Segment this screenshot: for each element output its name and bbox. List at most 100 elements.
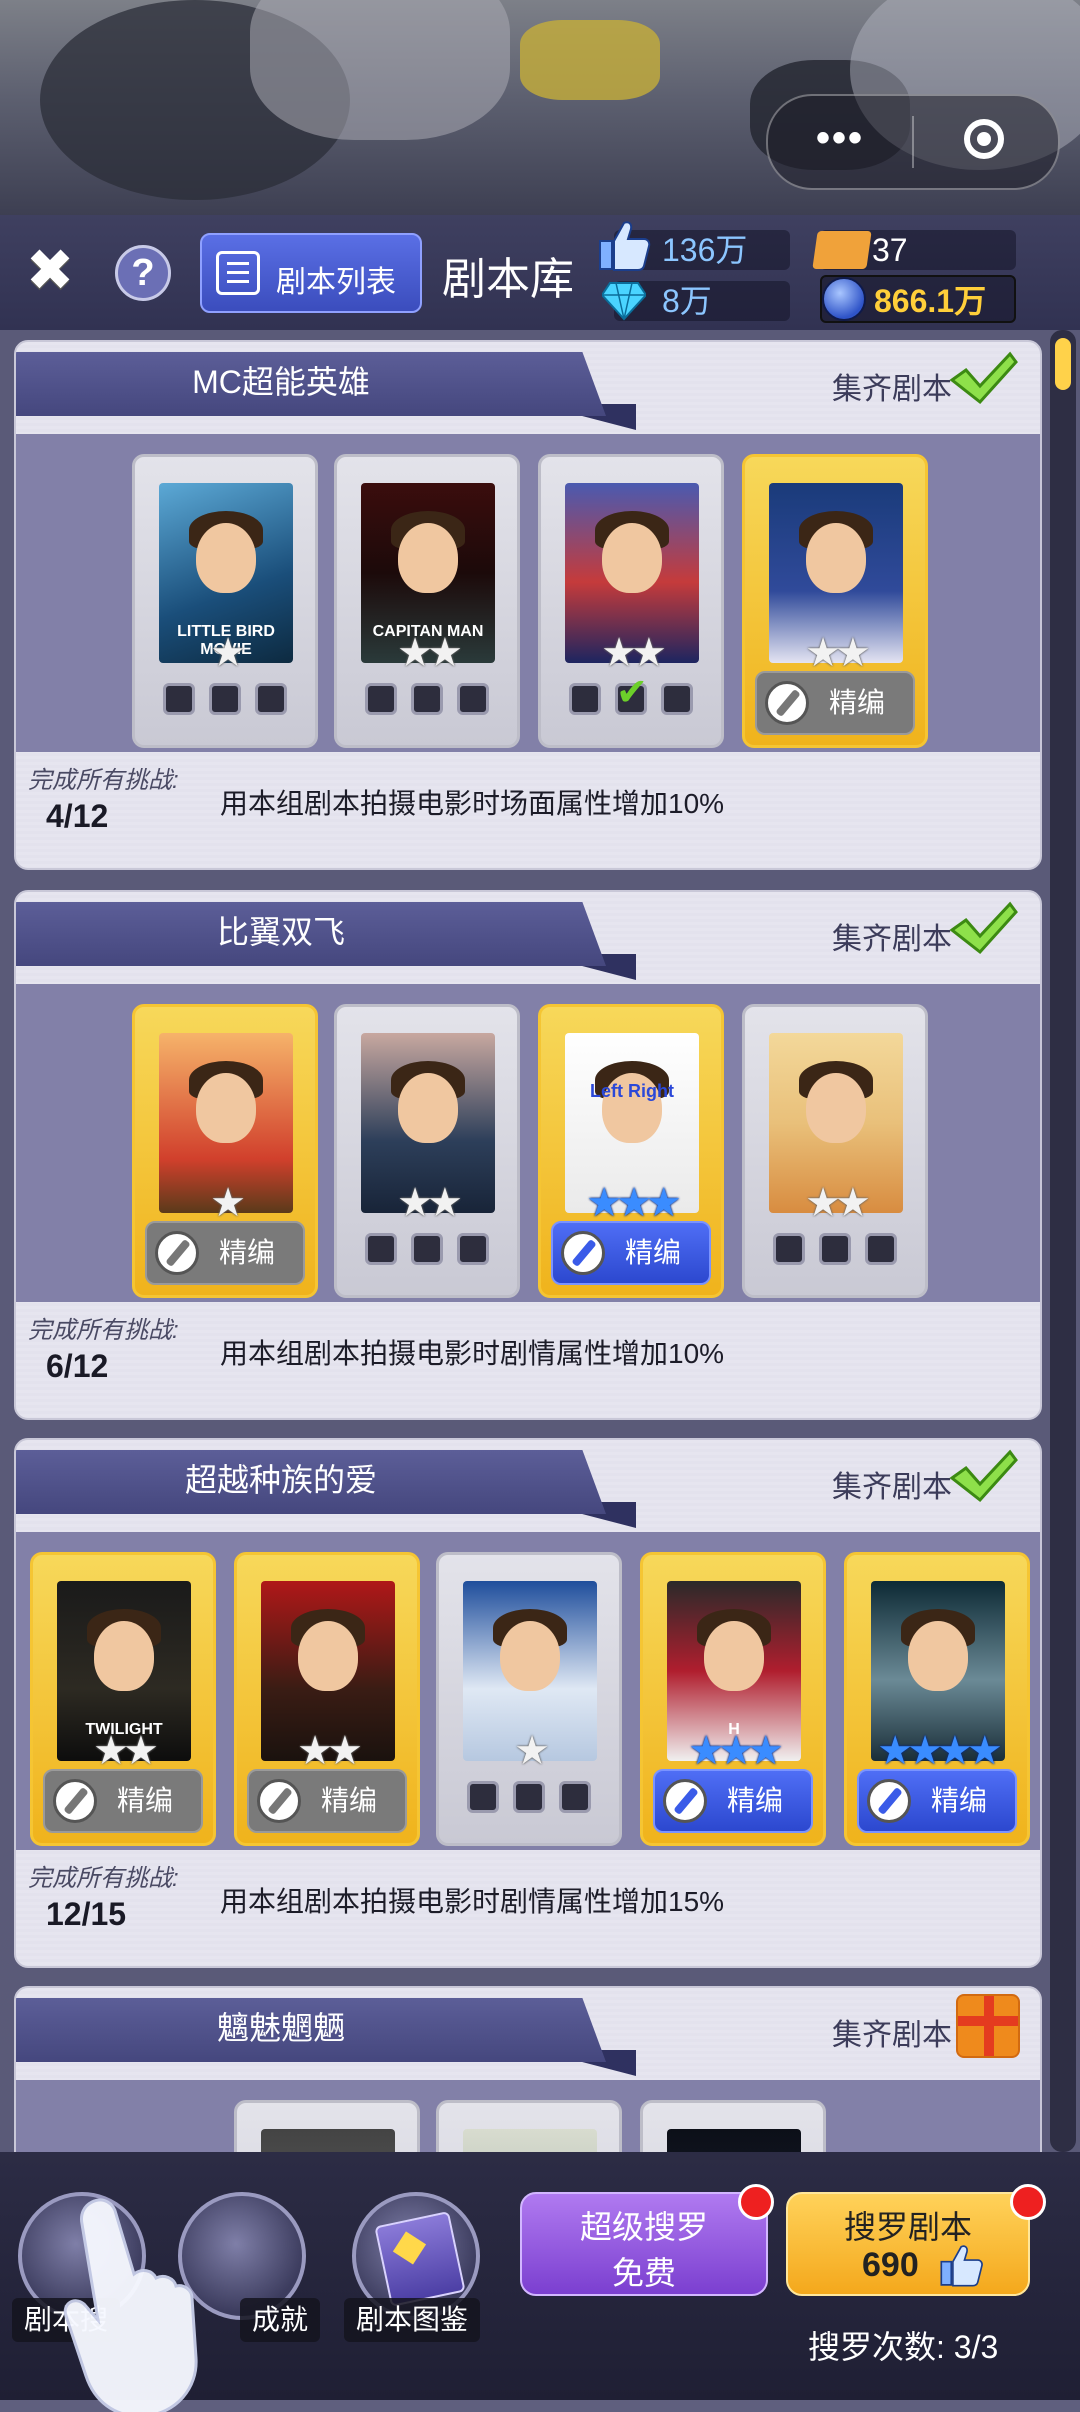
script-group: 超越种族的爱 集齐剧本 TWILIGHT ★★ 精编 ★★ 精编 ★ H ★★★ 精编 ★★★★ 精编完…	[14, 1438, 1042, 1968]
refine-edit-button[interactable]: 精编	[247, 1769, 407, 1833]
star-rating: ★	[210, 1181, 246, 1225]
search-count-label: 搜罗次数: 3/3	[808, 2329, 999, 2365]
challenge-slot	[209, 683, 241, 715]
script-card[interactable]: CAPITAN MAN ★★	[334, 454, 520, 748]
page-title: 剧本库	[442, 255, 574, 304]
group-footer: 完成所有挑战: 4/12 用本组剧本拍摄电影时场面属性增加10%	[16, 752, 1040, 848]
super-search-title: 超级搜罗	[579, 2209, 708, 2245]
script-poster	[463, 2129, 597, 2152]
star-rating: ★★	[93, 1729, 159, 1773]
collect-label: 集齐剧本	[832, 373, 952, 406]
challenge-slot	[411, 1233, 443, 1265]
tutorial-hand-pointer-icon	[63, 2198, 198, 2412]
checkmark-icon	[949, 1449, 1018, 1503]
script-card[interactable]: ★★	[742, 1004, 928, 1298]
script-card[interactable]	[234, 2100, 420, 2152]
scrollbar-thumb[interactable]	[1055, 338, 1071, 390]
group-footer: 完成所有挑战: 12/15 用本组剧本拍摄电影时剧情属性增加15%	[16, 1850, 1040, 1946]
script-card[interactable]: LITTLE BIRD MOVIE ★	[132, 454, 318, 748]
challenge-slot	[467, 1781, 499, 1813]
refine-edit-label: 精编	[219, 1237, 276, 1268]
script-card[interactable]: ★★★★ 精编	[844, 1552, 1030, 1846]
group-title: 比翼双飞	[16, 902, 606, 966]
help-button[interactable]: ?	[115, 245, 171, 301]
refine-edit-button[interactable]: 精编	[755, 671, 915, 735]
challenge-slot	[773, 1233, 805, 1265]
refine-edit-label: 精编	[625, 1237, 682, 1268]
script-card[interactable]	[436, 2100, 622, 2152]
refine-edit-label: 精编	[727, 1785, 784, 1816]
challenge-progress-count: 12/15	[46, 1896, 127, 1932]
more-options-icon[interactable]: •••	[808, 114, 872, 170]
catalog-tab-label[interactable]: 剧本图鉴	[344, 2298, 481, 2342]
refine-edit-label: 精编	[117, 1785, 174, 1816]
book-icon	[374, 2210, 466, 2308]
bottom-bar: 剧本搜 成就 剧本图鉴 超级搜罗 免费 搜罗剧本 690 搜罗次数: 3/3	[0, 2152, 1080, 2412]
diamond-icon	[602, 282, 646, 321]
script-list-label: 剧本列表	[276, 266, 396, 299]
super-search-free-label: 免费	[611, 2255, 676, 2291]
challenge-progress-label: 完成所有挑战:	[28, 1317, 179, 1344]
challenge-slot	[661, 683, 693, 715]
star-rating: ★	[210, 631, 246, 675]
star-rating: ★★	[397, 631, 463, 675]
close-icon[interactable]: ✖	[22, 242, 78, 300]
challenge-slot	[569, 683, 601, 715]
script-card[interactable]: TWILIGHT ★★ 精编	[30, 1552, 216, 1846]
pen-icon	[765, 681, 809, 725]
script-group-list[interactable]: MC超能英雄 集齐剧本 LITTLE BIRD MOVIE ★ CAPITAN MAN ★…	[0, 330, 1080, 2152]
star-rating: ★★	[297, 1729, 363, 1773]
challenge-slot	[163, 683, 195, 715]
refine-edit-label: 精编	[321, 1785, 378, 1816]
challenge-slots	[541, 670, 721, 715]
challenge-slot-completed	[615, 670, 648, 715]
script-card[interactable]: Left Right ★★★ 精编	[538, 1004, 724, 1298]
challenge-slots	[337, 1233, 517, 1265]
challenge-slot	[365, 683, 397, 715]
group-footer: 完成所有挑战: 6/12 用本组剧本拍摄电影时剧情属性增加10%	[16, 1302, 1040, 1398]
poster-title-text: Left Right	[590, 1081, 674, 1101]
challenge-slot	[255, 683, 287, 715]
group-title: MC超能英雄	[16, 352, 606, 416]
pen-icon	[561, 1231, 605, 1275]
header-bar: ✖ ? 剧本列表 剧本库 136万 8万 37 866.1万	[0, 215, 1080, 330]
refine-edit-button[interactable]: 精编	[551, 1221, 711, 1285]
pen-icon	[257, 1779, 301, 1823]
script-card[interactable]: ★ 精编	[132, 1004, 318, 1298]
pen-icon	[155, 1231, 199, 1275]
star-rating: ★★★★	[877, 1729, 1002, 1773]
script-card[interactable]: H ★★★ 精编	[640, 1552, 826, 1846]
challenge-slot	[457, 1233, 489, 1265]
script-card[interactable]: ★★ 精编	[234, 1552, 420, 1846]
pen-icon	[663, 1779, 707, 1823]
challenge-slot	[513, 1781, 545, 1813]
script-card[interactable]: ★	[436, 1552, 622, 1846]
refine-edit-button[interactable]: 精编	[145, 1221, 305, 1285]
super-search-button[interactable]: 超级搜罗 免费	[520, 2192, 768, 2296]
challenge-slots	[439, 1781, 619, 1813]
refine-edit-button[interactable]: 精编	[653, 1769, 813, 1833]
globe-coin-icon	[822, 277, 866, 321]
search-script-button[interactable]: 搜罗剧本 690	[786, 2192, 1030, 2296]
script-card[interactable]	[640, 2100, 826, 2152]
gift-box-icon[interactable]	[956, 1994, 1020, 2058]
challenge-slot	[865, 1233, 897, 1265]
script-card[interactable]: ★★	[334, 1004, 520, 1298]
script-list-button[interactable]: 剧本列表	[200, 233, 422, 313]
scrollbar[interactable]	[1050, 330, 1076, 2152]
thumbs-up-icon	[599, 221, 651, 271]
refine-edit-button[interactable]: 精编	[43, 1769, 203, 1833]
close-miniprogram-icon[interactable]	[964, 119, 1004, 159]
script-group: 魑魅魍魉 集齐剧本	[14, 1986, 1042, 2152]
challenge-progress-label: 完成所有挑战:	[28, 767, 179, 794]
search-script-title: 搜罗剧本	[843, 2209, 972, 2245]
refine-edit-button[interactable]: 精编	[857, 1769, 1017, 1833]
group-bonus-text: 用本组剧本拍摄电影时场面属性增加10%	[220, 788, 725, 819]
script-card[interactable]: ★★	[538, 454, 724, 748]
script-card[interactable]: ★★ 精编	[742, 454, 928, 748]
script-group: 比翼双飞 集齐剧本 ★ 精编 ★★ Left Right ★★★ 精编 ★★ 完成所有挑战: 6/1…	[14, 890, 1042, 1420]
group-bonus-text: 用本组剧本拍摄电影时剧情属性增加15%	[220, 1886, 725, 1917]
refine-edit-label: 精编	[931, 1785, 988, 1816]
achievement-tab-label[interactable]: 成就	[240, 2298, 321, 2342]
pen-icon	[53, 1779, 97, 1823]
